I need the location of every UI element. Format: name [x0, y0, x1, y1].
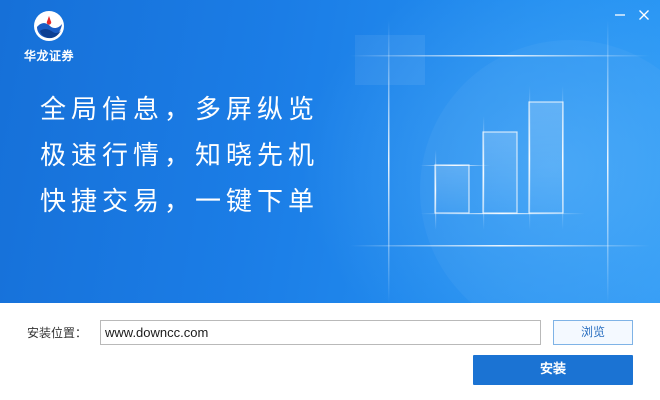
- brand-logo: 华龙证券: [14, 10, 84, 66]
- slogan-line: 极速行情，知晓先机: [40, 141, 320, 171]
- install-button[interactable]: 安装: [473, 355, 633, 385]
- bar-chart-illustration: [350, 20, 650, 303]
- banner: 华龙证券 全局信息，多屏纵览 极速行情，知晓先机 快捷交易，一键下单: [0, 0, 660, 303]
- browse-button[interactable]: 浏览: [553, 320, 633, 345]
- slogan-line: 快捷交易，一键下单: [40, 187, 320, 217]
- hualong-logo-icon: [34, 11, 64, 41]
- brand-name: 华龙证券: [23, 49, 74, 63]
- install-path-label: 安装位置：: [27, 326, 88, 340]
- slogan-block: 全局信息，多屏纵览 极速行情，知晓先机 快捷交易，一键下单: [40, 90, 319, 222]
- install-path-input[interactable]: www.downcc.com: [100, 320, 541, 345]
- install-panel: 安装位置： www.downcc.com 浏览 安装: [0, 303, 660, 400]
- slogan-line: 全局信息，多屏纵览: [40, 95, 320, 125]
